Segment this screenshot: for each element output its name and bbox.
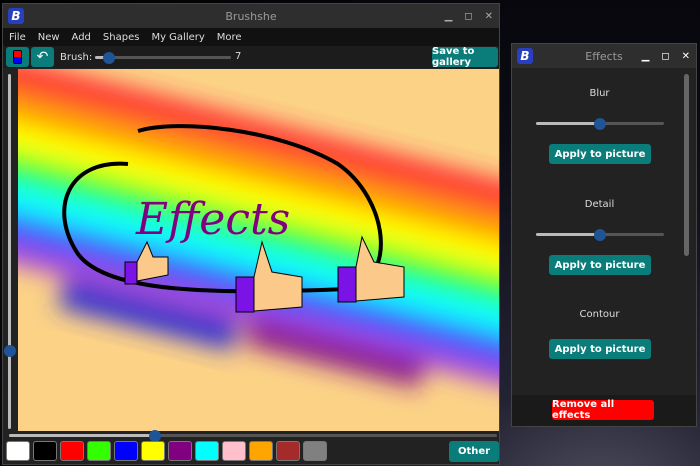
close-icon[interactable]: ✕ bbox=[682, 51, 690, 62]
contour-label: Contour bbox=[579, 309, 620, 320]
apply-blur-button[interactable]: Apply to picture bbox=[549, 144, 651, 164]
vertical-scroll-slider[interactable] bbox=[3, 74, 16, 429]
blur-slider[interactable] bbox=[536, 117, 664, 130]
title-bar[interactable]: B Brushshe ▁ ◻ ✕ bbox=[3, 4, 499, 28]
app-logo: B bbox=[8, 8, 24, 24]
canvas-text: Effects bbox=[135, 194, 290, 245]
toolbar: ↶ Brush: 7 Save to gallery bbox=[3, 46, 499, 68]
maximize-icon[interactable]: ◻ bbox=[661, 51, 669, 62]
canvas-drawing: Effects bbox=[18, 69, 499, 398]
effects-window: B Effects ▁ ◻ ✕ Blur Apply to picture Deta… bbox=[511, 43, 697, 427]
maximize-icon[interactable]: ◻ bbox=[464, 11, 472, 22]
menu-new[interactable]: New bbox=[32, 32, 66, 43]
minimize-icon[interactable]: ▁ bbox=[642, 51, 650, 62]
palette-color-swatch[interactable] bbox=[33, 441, 57, 461]
palette-color-swatch[interactable] bbox=[222, 441, 246, 461]
palette-color-swatch[interactable] bbox=[114, 441, 138, 461]
detail-slider[interactable] bbox=[536, 228, 664, 241]
brush-label: Brush: bbox=[60, 51, 93, 63]
palette-color-swatch[interactable] bbox=[276, 441, 300, 461]
brush-size-slider[interactable] bbox=[95, 51, 231, 64]
palette-color-swatch[interactable] bbox=[168, 441, 192, 461]
menu-shapes[interactable]: Shapes bbox=[97, 32, 146, 43]
menu-file[interactable]: File bbox=[3, 32, 32, 43]
menu-more[interactable]: More bbox=[211, 32, 248, 43]
palette-color-swatch[interactable] bbox=[195, 441, 219, 461]
undo-icon: ↶ bbox=[36, 49, 49, 65]
apply-contour-button[interactable]: Apply to picture bbox=[549, 339, 651, 359]
effects-title-bar[interactable]: B Effects ▁ ◻ ✕ bbox=[512, 44, 696, 68]
main-window: B Brushshe ▁ ◻ ✕ File New Add Shapes My Ga… bbox=[2, 3, 500, 465]
minimize-icon[interactable]: ▁ bbox=[445, 11, 453, 22]
menu-my-gallery[interactable]: My Gallery bbox=[145, 32, 210, 43]
canvas[interactable]: Effects bbox=[18, 69, 499, 431]
palette-color-swatch[interactable] bbox=[249, 441, 273, 461]
close-icon[interactable]: ✕ bbox=[485, 11, 493, 22]
palette-color-swatch[interactable] bbox=[6, 441, 30, 461]
palette-color-swatch[interactable] bbox=[303, 441, 327, 461]
palette-color-swatch[interactable] bbox=[141, 441, 165, 461]
save-to-gallery-button[interactable]: Save to gallery bbox=[432, 46, 498, 68]
brush-size-value: 7 bbox=[235, 51, 242, 62]
effects-scrollbar[interactable] bbox=[684, 74, 689, 256]
undo-button[interactable]: ↶ bbox=[31, 47, 54, 67]
remove-all-effects-button[interactable]: Remove all effects bbox=[552, 399, 654, 421]
other-color-button[interactable]: Other bbox=[449, 441, 499, 462]
color-swap-button[interactable] bbox=[6, 47, 29, 67]
apply-detail-button[interactable]: Apply to picture bbox=[549, 255, 651, 275]
effects-logo: B bbox=[517, 48, 533, 64]
blur-label: Blur bbox=[589, 88, 610, 99]
detail-label: Detail bbox=[584, 199, 615, 210]
palette-color-swatch[interactable] bbox=[60, 441, 84, 461]
horizontal-scroll-slider[interactable] bbox=[9, 429, 497, 442]
menu-add[interactable]: Add bbox=[66, 32, 97, 43]
window-title: Brushshe bbox=[225, 9, 277, 23]
menu-bar: File New Add Shapes My Gallery More bbox=[3, 28, 499, 46]
palette-color-swatch[interactable] bbox=[87, 441, 111, 461]
